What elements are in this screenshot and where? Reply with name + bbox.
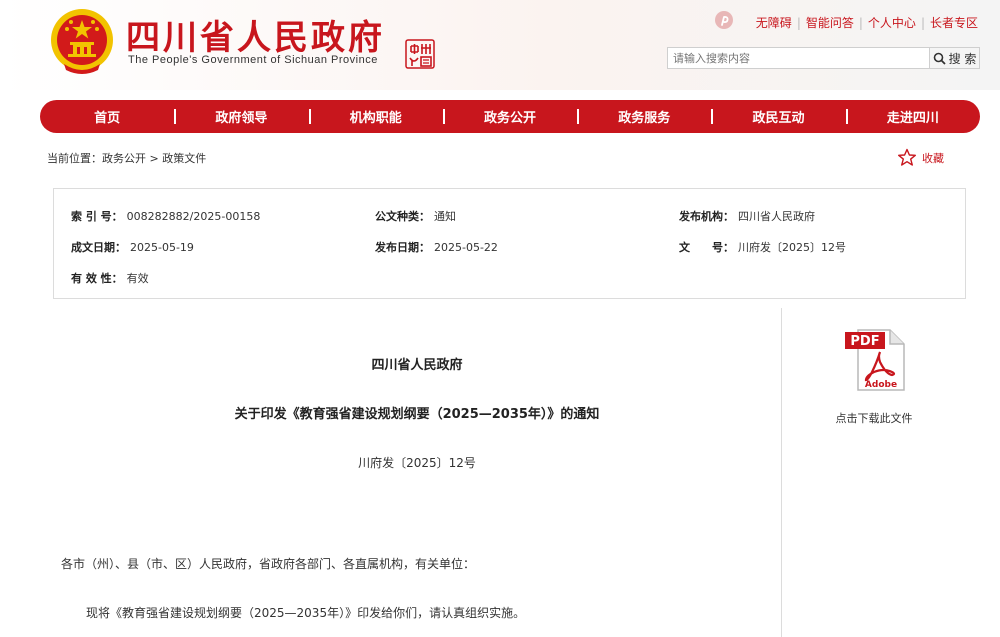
search-button[interactable]: 搜 索: [929, 47, 980, 69]
national-emblem-icon[interactable]: [50, 6, 114, 74]
smart-qa-link[interactable]: 智能问答: [806, 16, 854, 30]
meta-validity-value: 有效: [126, 272, 149, 285]
search-button-label: 搜 索: [948, 51, 977, 66]
meta-publisher-value: 四川省人民政府: [738, 210, 815, 223]
search-icon: [933, 52, 946, 65]
main-nav: 首页 政府领导 机构职能 政务公开 政务服务 政民互动 走进四川: [40, 100, 980, 133]
search-input[interactable]: [667, 47, 931, 69]
meta-type-value: 通知: [434, 210, 456, 223]
top-links: 无障碍 | 智能问答 | 个人中心 | 长者专区: [755, 16, 978, 30]
article-body: 四川省人民政府 关于印发《教育强省建设规划纲要（2025—2035年）》的通知 …: [53, 308, 782, 637]
meta-type-label: 公文种类：: [375, 210, 430, 223]
document-meta-box: 索 引 号： 008282882/2025-00158 公文种类： 通知 发布机构：…: [53, 188, 966, 299]
download-panel: PDF Adobe 点击下载此文件: [782, 308, 966, 637]
article-title: 关于印发《教育强省建设规划纲要（2025—2035年）》的通知: [234, 407, 600, 422]
meta-created-label: 成文日期：: [71, 241, 126, 254]
meta-index-label: 索 引 号：: [71, 210, 123, 223]
meta-validity-label: 有 效 性：: [71, 272, 123, 285]
article-salutation: 各市（州）、县（市、区）人民政府，省政府各部门、各直属机构，有关单位：: [61, 557, 476, 571]
site-header: 四川省人民政府 The People's Government of Sichu…: [0, 0, 1000, 90]
nav-leaders[interactable]: 政府领导: [174, 107, 308, 126]
meta-published-label: 发布日期：: [375, 241, 430, 254]
nav-open-government[interactable]: 政务公开: [442, 107, 577, 126]
accessibility-link[interactable]: 无障碍: [756, 16, 792, 30]
meta-index-value: 008282882/2025-00158: [126, 210, 261, 223]
nav-about-sichuan[interactable]: 走进四川: [845, 107, 980, 126]
breadcrumb: 当前位置：政务公开 > 政策文件: [47, 152, 207, 165]
seal-logo-icon: [405, 39, 435, 69]
favorite-label: 收藏: [922, 151, 944, 165]
pdf-file-icon[interactable]: PDF Adobe: [844, 328, 906, 392]
meta-docno-label: 文 号：: [679, 241, 734, 254]
search-box: 搜 索: [667, 47, 980, 69]
article-paragraph: 现将《教育强省建设规划纲要（2025—2035年）》印发给你们，请认真组织实施。: [86, 606, 526, 620]
site-subtitle: The People's Government of Sichuan Provi…: [128, 54, 378, 66]
adobe-label: Adobe: [865, 380, 897, 390]
elder-zone-link[interactable]: 长者专区: [930, 16, 978, 30]
favorite-button[interactable]: 收藏: [897, 148, 944, 167]
nav-services[interactable]: 政务服务: [577, 107, 711, 126]
download-link[interactable]: 点击下载此文件: [782, 410, 966, 426]
nav-functions[interactable]: 机构职能: [308, 107, 443, 126]
nav-home[interactable]: 首页: [40, 107, 174, 126]
star-icon: [898, 148, 916, 166]
pinterest-like-icon[interactable]: [714, 10, 734, 30]
pdf-badge-text: PDF: [850, 334, 879, 349]
meta-docno-value: 川府发〔2025〕12号: [738, 241, 846, 254]
site-title[interactable]: 四川省人民政府: [126, 10, 385, 59]
article-doc-number: 川府发〔2025〕12号: [358, 456, 476, 470]
personal-center-link[interactable]: 个人中心: [868, 16, 916, 30]
article-org: 四川省人民政府: [371, 358, 463, 373]
meta-created-value: 2025-05-19: [130, 241, 194, 254]
nav-interaction[interactable]: 政民互动: [711, 107, 845, 126]
meta-publisher-label: 发布机构：: [679, 210, 734, 223]
meta-published-value: 2025-05-22: [434, 241, 498, 254]
